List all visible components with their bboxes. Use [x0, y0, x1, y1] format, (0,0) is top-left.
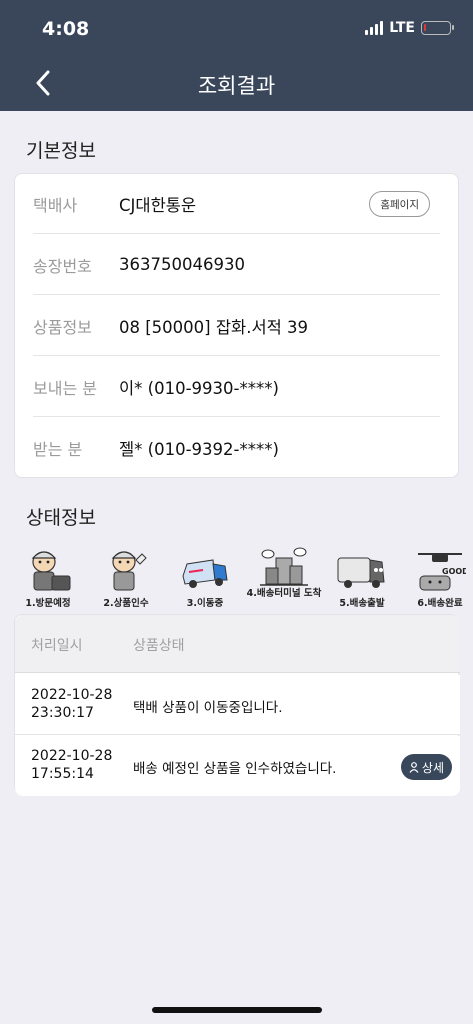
svg-text:GOOD: GOOD	[442, 567, 466, 576]
homepage-button[interactable]: 홈페이지	[369, 191, 430, 217]
info-label: 택배사	[33, 195, 78, 215]
step-delivered: GOOD 6.배송완료	[408, 546, 472, 614]
step-label: 5.배송출발	[339, 598, 385, 609]
signal-icon	[365, 21, 384, 35]
detail-button[interactable]: 상세	[400, 754, 452, 780]
app-header: 4:08 LTE 조회결과	[0, 0, 473, 111]
basic-info-title: 기본정보	[26, 140, 96, 162]
basic-info-card: 택배사 CJ대한통운 홈페이지 송장번호 363750046930 상품정보 0…	[14, 173, 459, 478]
history-card: 처리일시 상품상태 2022-10-28 23:30:17 택배 상품이 이동중…	[14, 614, 460, 796]
history-row: 2022-10-28 23:30:17 택배 상품이 이동중입니다.	[15, 675, 460, 735]
step-label: 2.상품인수	[103, 598, 149, 609]
history-row: 2022-10-28 17:55:14 배송 예정인 상품을 인수하였습니다. …	[15, 736, 460, 796]
delivery-steps: 1.방문예정 2.상품인수 3.이동중 4.배송터미널 도착 5.배송출발 GO…	[16, 546, 466, 614]
history-date: 2022-10-28	[31, 748, 113, 764]
person-icon	[409, 761, 419, 773]
step-terminal-arrival: 4.배송터미널 도착	[247, 546, 321, 614]
status-info-title: 상태정보	[26, 507, 96, 529]
step-visit-scheduled: 1.방문예정	[16, 546, 80, 614]
step-out-for-delivery: 5.배송출발	[330, 546, 394, 614]
info-label: 보내는 분	[33, 378, 97, 398]
info-label: 송장번호	[33, 256, 92, 276]
history-status: 택배 상품이 이동중입니다.	[133, 700, 283, 716]
history-header: 처리일시 상품상태	[15, 615, 460, 673]
history-date: 2022-10-28	[31, 687, 113, 703]
info-row-receiver: 받는 분 젤* (010-9392-****)	[33, 418, 440, 478]
terminal-building-icon	[260, 547, 308, 586]
step-label: 3.이동중	[186, 598, 224, 609]
col-status-header: 상품상태	[133, 638, 185, 654]
detail-label: 상세	[421, 760, 444, 775]
info-row-carrier: 택배사 CJ대한통운 홈페이지	[33, 174, 440, 234]
truck-character-icon	[337, 557, 385, 588]
step-label: 6.배송완료	[417, 598, 463, 609]
status-indicators: LTE	[365, 20, 454, 36]
info-label: 받는 분	[33, 440, 83, 459]
info-label: 상품정보	[33, 317, 92, 337]
info-row-invoice: 송장번호 363750046930	[33, 235, 440, 295]
step-in-transit: 3.이동중	[173, 546, 237, 614]
home-indicator[interactable]	[152, 1007, 322, 1013]
delivery-truck-icon	[182, 559, 228, 588]
info-value: 08 [50000] 잡화.서적 39	[119, 317, 309, 337]
network-label: LTE	[389, 20, 415, 36]
history-time: 17:55:14	[31, 766, 94, 782]
drone-good-icon: GOOD	[418, 553, 466, 591]
step-picked-up: 2.상품인수	[94, 546, 158, 614]
step-label: 1.방문예정	[25, 598, 71, 609]
step-label: 4.배송터미널 도착	[246, 588, 322, 599]
battery-icon	[421, 21, 454, 35]
info-value: 젤* (010-9392-****)	[119, 440, 279, 459]
info-value: 363750046930	[119, 255, 245, 274]
history-status: 배송 예정인 상품을 인수하였습니다.	[133, 761, 337, 777]
courier-worker-icon	[31, 551, 71, 591]
info-value: CJ대한통운	[119, 195, 197, 215]
info-value: 이* (010-9930-****)	[119, 378, 279, 398]
status-time: 4:08	[42, 18, 90, 40]
info-row-sender: 보내는 분 이* (010-9930-****)	[33, 357, 440, 417]
info-row-product: 상품정보 08 [50000] 잡화.서적 39	[33, 296, 440, 356]
courier-box-icon	[111, 551, 147, 591]
col-time-header: 처리일시	[31, 638, 83, 654]
history-time: 23:30:17	[31, 705, 94, 721]
page-title: 조회결과	[197, 74, 276, 98]
